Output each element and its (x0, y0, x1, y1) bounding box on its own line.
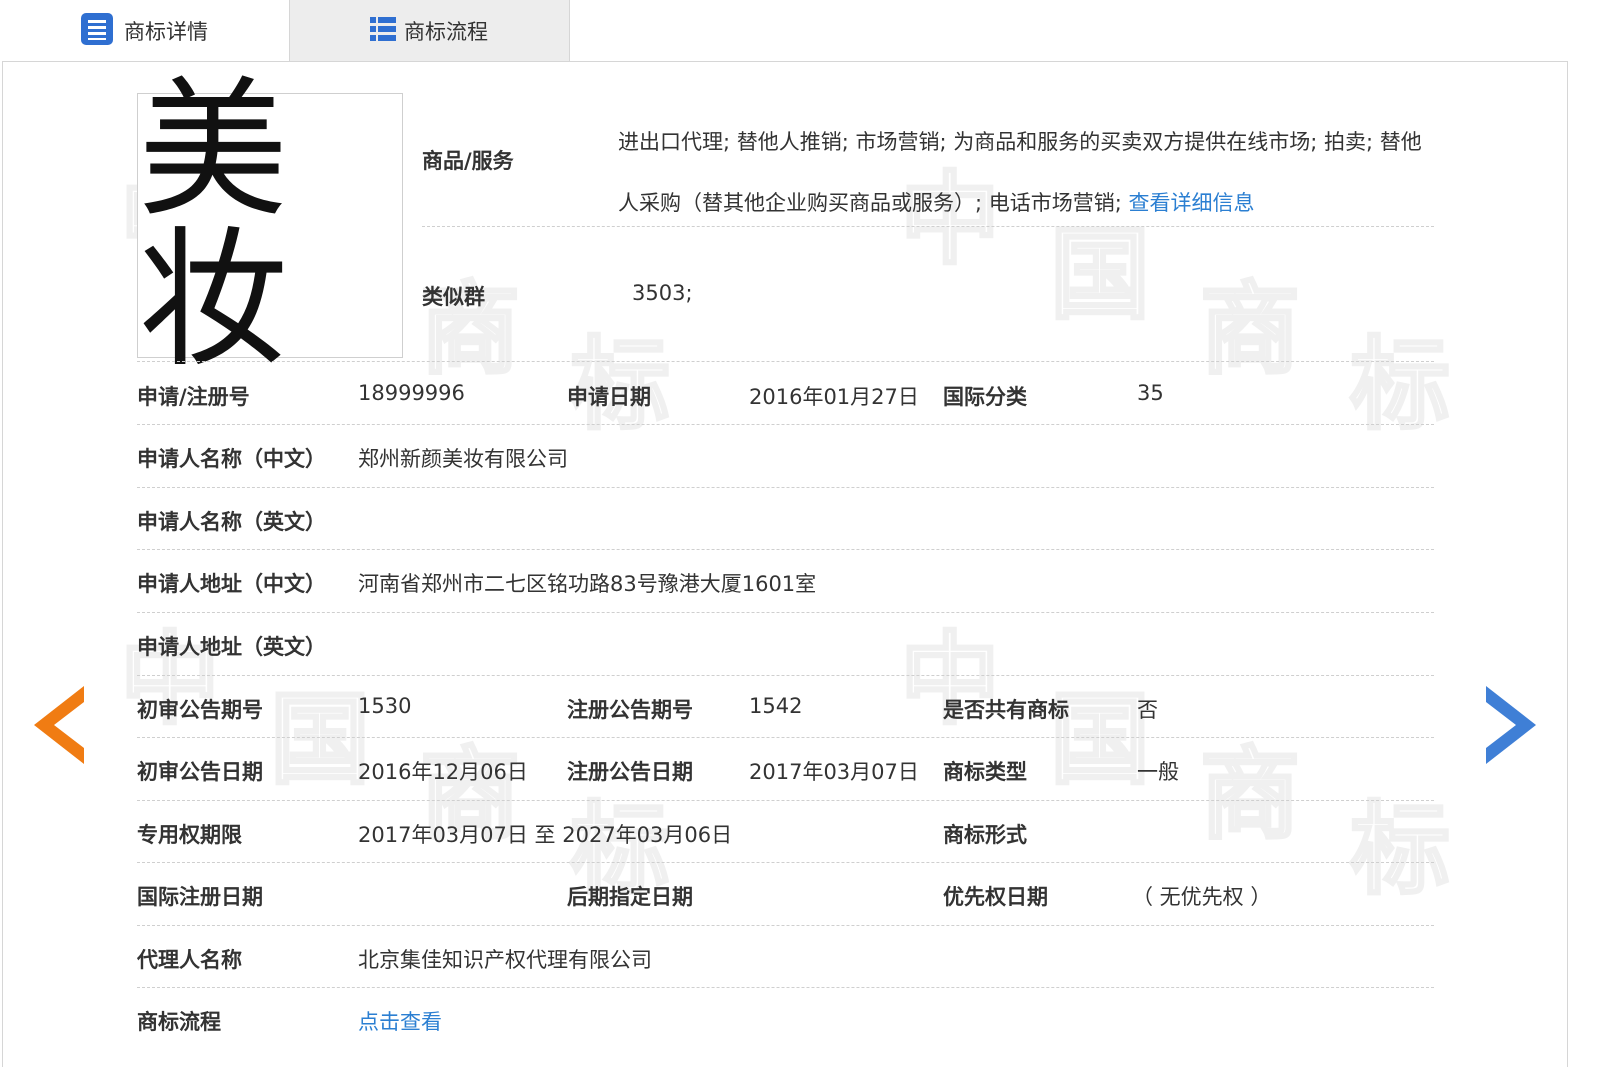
applicant-cn-label: 申请人名称（中文） (137, 447, 326, 471)
reg-issue-value: 1542 (749, 694, 803, 718)
process-view-link[interactable]: 点击查看 (358, 1006, 442, 1036)
divider (422, 226, 1434, 227)
divider (137, 424, 1434, 425)
address-cn-value: 河南省郑州市二七区铭功路83号豫港大厦1601室 (358, 572, 817, 596)
goods-services-label: 商品/服务 (422, 149, 514, 173)
reg-no-value: 18999996 (358, 381, 465, 405)
process-label: 商标流程 (137, 1010, 221, 1034)
divider (137, 675, 1434, 676)
address-en-label: 申请人地址（英文） (137, 635, 326, 659)
apply-date-value: 2016年01月27日 (749, 385, 919, 409)
trademark-logo-text: 美妆 (138, 63, 288, 388)
exclusive-period-label: 专用权期限 (137, 823, 242, 847)
later-date-label: 后期指定日期 (567, 885, 693, 909)
shared-mark-label: 是否共有商标 (943, 698, 1069, 722)
next-button[interactable] (1484, 686, 1536, 768)
tab-label: 商标详情 (124, 19, 208, 44)
tab-trademark-process[interactable]: 商标流程 (289, 0, 570, 61)
applicant-en-label: 申请人名称（英文） (137, 510, 326, 534)
prelim-issue-label: 初审公告期号 (137, 698, 263, 722)
divider (137, 737, 1434, 738)
apply-date-label: 申请日期 (567, 385, 651, 409)
exclusive-period-value: 2017年03月07日 至 2027年03月06日 (358, 823, 733, 847)
mark-form-label: 商标形式 (943, 823, 1027, 847)
shared-mark-value: 否 (1137, 698, 1158, 722)
reg-date-value: 2017年03月07日 (749, 760, 919, 784)
prelim-date-value: 2016年12月06日 (358, 760, 528, 784)
reg-date-label: 注册公告日期 (567, 760, 693, 784)
prev-button[interactable] (34, 686, 86, 768)
divider (137, 549, 1434, 550)
divider (137, 862, 1434, 863)
reg-issue-label: 注册公告期号 (567, 698, 693, 722)
agent-value: 北京集佳知识产权代理有限公司 (358, 948, 652, 972)
intl-class-value: 35 (1137, 381, 1164, 405)
document-list-icon (80, 12, 114, 50)
similar-group-label: 类似群 (422, 285, 485, 309)
divider (137, 487, 1434, 488)
trademark-image: 美妆 (137, 76, 403, 376)
intl-reg-date-label: 国际注册日期 (137, 885, 263, 909)
list-icon (370, 16, 396, 46)
divider (137, 361, 1434, 362)
applicant-cn-value: 郑州新颜美妆有限公司 (358, 447, 568, 471)
similar-group-value: 3503; (632, 281, 693, 305)
address-cn-label: 申请人地址（中文） (137, 572, 326, 596)
mark-type-label: 商标类型 (943, 760, 1027, 784)
prelim-date-label: 初审公告日期 (137, 760, 263, 784)
goods-services-text: 进出口代理; 替他人推销; 市场营销; 为商品和服务的买卖双方提供在线市场; 拍… (618, 130, 1422, 215)
chevron-left-icon (34, 686, 86, 768)
divider (137, 800, 1434, 801)
tab-label: 商标流程 (404, 19, 488, 44)
mark-type-value: 一般 (1137, 760, 1179, 784)
chevron-right-icon (1484, 686, 1536, 768)
tab-trademark-details[interactable]: 商标详情 (2, 0, 287, 61)
divider (137, 925, 1434, 926)
divider (137, 612, 1434, 613)
divider (137, 987, 1434, 988)
priority-date-label: 优先权日期 (943, 885, 1048, 909)
goods-services-value: 进出口代理; 替他人推销; 市场营销; 为商品和服务的买卖双方提供在线市场; 拍… (618, 112, 1438, 234)
prelim-issue-value: 1530 (358, 694, 412, 718)
intl-class-label: 国际分类 (943, 385, 1027, 409)
agent-label: 代理人名称 (137, 948, 242, 972)
priority-date-value: （ 无优先权 ） (1132, 885, 1272, 909)
tab-bar: 商标详情 商标流程 (2, 0, 1568, 62)
view-details-link[interactable]: 查看详细信息 (1129, 191, 1255, 215)
reg-no-label: 申请/注册号 (137, 385, 250, 409)
